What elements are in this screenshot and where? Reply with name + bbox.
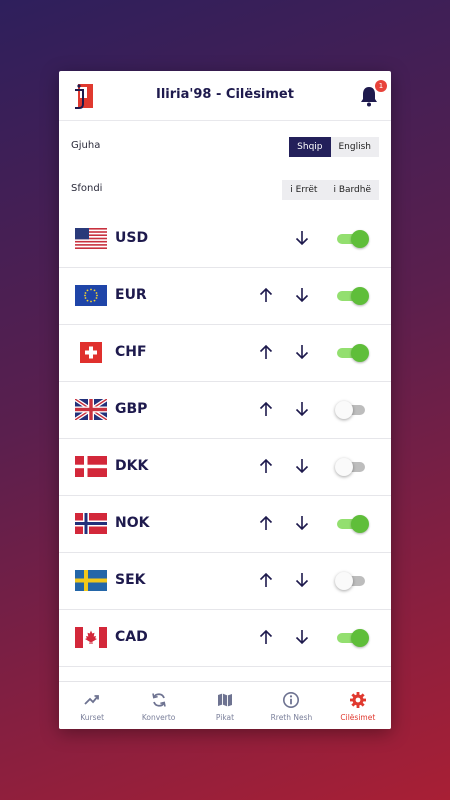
page-title: Iliria'98 - Cilësimet xyxy=(156,87,294,102)
tab-label: Konverto xyxy=(141,713,176,722)
gear-icon xyxy=(349,692,366,708)
currency-row: GBP xyxy=(59,382,391,439)
currency-toggle[interactable] xyxy=(335,457,369,477)
currency-row: EUR xyxy=(59,268,391,325)
currency-row: CAD xyxy=(59,610,391,667)
currency-row: CHF xyxy=(59,325,391,382)
refresh-icon xyxy=(151,693,166,707)
no-flag-icon xyxy=(75,513,107,534)
ca-flag-icon xyxy=(75,627,107,648)
background-option-light[interactable]: i Bardhë xyxy=(325,180,379,200)
bottom-tab-bar: Kurset Konverto Pikat Rreth Nesh Cilësim… xyxy=(59,681,391,729)
currency-toggle[interactable] xyxy=(335,514,369,534)
toggle-knob xyxy=(351,515,369,533)
currency-row: USD xyxy=(59,211,391,268)
se-flag-icon xyxy=(75,570,107,591)
arrow-down-icon[interactable] xyxy=(292,627,312,647)
arrow-up-icon[interactable] xyxy=(256,627,276,647)
dk-flag-icon xyxy=(75,456,107,477)
background-option-dark[interactable]: i Errët xyxy=(282,180,326,200)
currency-row: DKK xyxy=(59,439,391,496)
currency-toggle[interactable] xyxy=(335,628,369,648)
language-label: Gjuha xyxy=(71,140,101,151)
currency-toggle[interactable] xyxy=(335,571,369,591)
tab-cilesimet[interactable]: Cilësimet xyxy=(325,682,391,729)
arrow-down-icon[interactable] xyxy=(292,285,312,305)
background-selector: i Errët i Bardhë xyxy=(282,180,379,200)
gb-flag-icon xyxy=(75,399,107,420)
language-setting-row: Gjuha Shqip English xyxy=(59,133,391,161)
currency-toggle[interactable] xyxy=(335,343,369,363)
tab-label: Rreth Nesh xyxy=(270,713,313,722)
language-option-english[interactable]: English xyxy=(330,137,379,157)
currency-toggle[interactable] xyxy=(335,286,369,306)
arrow-up-icon[interactable] xyxy=(256,342,276,362)
notification-badge: 1 xyxy=(375,80,387,92)
arrow-up-icon[interactable] xyxy=(256,513,276,533)
currency-row: SEK xyxy=(59,553,391,610)
ch-flag-icon xyxy=(80,342,102,363)
toggle-knob xyxy=(351,230,369,248)
toggle-knob xyxy=(351,344,369,362)
tab-rreth-nesh[interactable]: Rreth Nesh xyxy=(258,682,324,729)
currency-toggle[interactable] xyxy=(335,229,369,249)
tab-pikat[interactable]: Pikat xyxy=(192,682,258,729)
eu-flag-icon xyxy=(75,285,107,306)
toggle-knob xyxy=(335,401,353,419)
tab-konverto[interactable]: Konverto xyxy=(125,682,191,729)
arrow-down-icon[interactable] xyxy=(292,399,312,419)
map-icon xyxy=(218,693,233,707)
currency-code: DKK xyxy=(115,458,149,474)
currency-code: USD xyxy=(115,230,149,246)
toggle-knob xyxy=(335,458,353,476)
trending-up-icon xyxy=(84,695,100,705)
tab-label: Kurset xyxy=(80,713,105,722)
arrow-up-icon[interactable] xyxy=(256,285,276,305)
language-option-shqip[interactable]: Shqip xyxy=(289,137,331,157)
arrow-up-icon[interactable] xyxy=(256,456,276,476)
arrow-down-icon[interactable] xyxy=(292,570,312,590)
background-setting-row: Sfondi i Errët i Bardhë xyxy=(59,176,391,204)
currency-code: CHF xyxy=(115,344,147,360)
currency-code: SEK xyxy=(115,572,146,588)
currency-code: CAD xyxy=(115,629,148,645)
tab-kurset[interactable]: Kurset xyxy=(59,682,125,729)
currency-code: GBP xyxy=(115,401,148,417)
arrow-up-icon[interactable] xyxy=(256,570,276,590)
toggle-knob xyxy=(351,629,369,647)
toggle-knob xyxy=(335,572,353,590)
language-selector: Shqip English xyxy=(289,137,379,157)
arrow-down-icon[interactable] xyxy=(292,342,312,362)
arrow-down-icon[interactable] xyxy=(292,228,312,248)
info-icon xyxy=(283,692,300,708)
arrow-down-icon[interactable] xyxy=(292,456,312,476)
background-label: Sfondi xyxy=(71,183,103,194)
currency-toggle[interactable] xyxy=(335,400,369,420)
currency-code: EUR xyxy=(115,287,147,303)
toggle-knob xyxy=(351,287,369,305)
currency-row: NOK xyxy=(59,496,391,553)
arrow-up-icon[interactable] xyxy=(256,399,276,419)
app-screen: Iliria'98 - Cilësimet 1 Gjuha Shqip Engl… xyxy=(59,71,391,729)
tab-label: Cilësimet xyxy=(340,713,376,722)
header-bar: Iliria'98 - Cilësimet 1 xyxy=(59,71,391,121)
us-flag-icon xyxy=(75,228,107,249)
currency-code: NOK xyxy=(115,515,150,531)
tab-label: Pikat xyxy=(215,713,235,722)
arrow-down-icon[interactable] xyxy=(292,513,312,533)
